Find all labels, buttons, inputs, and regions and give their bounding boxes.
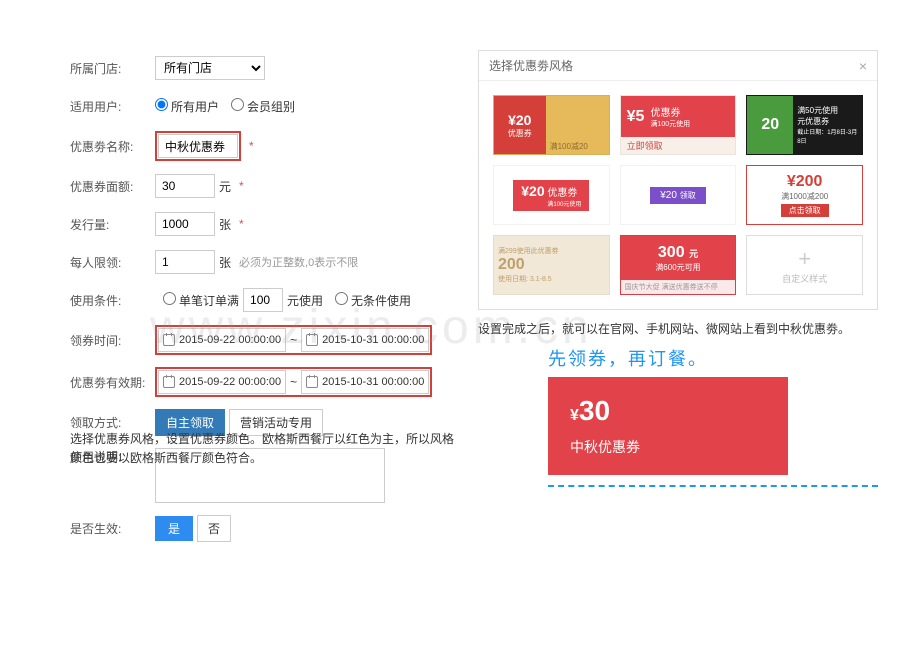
limit-label: 每人限领:	[70, 254, 155, 271]
store-select[interactable]: 所有门店	[155, 56, 265, 80]
user-radio-group: 所有用户 会员组别	[155, 98, 470, 115]
limit-hint: 必须为正整数,0表示不限	[239, 254, 358, 270]
plus-icon: +	[798, 246, 811, 272]
qty-label: 发行量:	[70, 216, 155, 233]
valid-label: 优惠劵有效期:	[70, 374, 155, 391]
promo-preview: 先领券，再订餐。 ¥30 中秋优惠券	[548, 345, 878, 487]
required-mark: *	[249, 139, 254, 153]
coupon-style-3[interactable]: 20 满50元使用元优惠券截止日期：1月8日-3月8日	[746, 95, 863, 155]
face-unit: 元	[219, 178, 231, 195]
calendar-icon	[163, 376, 175, 388]
coupon-style-8[interactable]: 300 元满600元可用 国庆节大促 满送优惠券送不停	[620, 235, 737, 295]
user-label: 适用用户:	[70, 98, 155, 115]
coupon-style-6[interactable]: ¥200 满1000减200 点击领取	[746, 165, 863, 225]
calendar-icon	[163, 334, 175, 346]
coupon-form: 所属门店: 所有门店 适用用户: 所有用户 会员组别 优惠劵名称: * 优惠券面…	[70, 55, 470, 554]
coupon-style-custom[interactable]: + 自定义样式	[746, 235, 863, 295]
right-description: 设置完成之后，就可以在官网、手机网站、微网站上看到中秋优惠劵。	[478, 320, 878, 339]
required-mark: *	[239, 217, 244, 231]
coupon-style-panel: 选择优惠劵风格 × ¥20优惠券 满100减20 ¥5优惠券满100元使用 立即…	[478, 50, 878, 310]
promo-amount: 30	[579, 395, 610, 426]
coupon-style-5[interactable]: ¥20 领取	[620, 165, 737, 225]
promo-coupon-card[interactable]: ¥30 中秋优惠券	[548, 377, 788, 475]
cond-radio-2[interactable]	[335, 292, 348, 305]
cond-opt1[interactable]: 单笔订单满	[155, 292, 239, 309]
coupon-style-2[interactable]: ¥5优惠券满100元使用 立即领取	[620, 95, 737, 155]
user-radio-member[interactable]	[231, 98, 244, 111]
qty-input[interactable]	[155, 212, 215, 236]
dashed-divider	[548, 485, 878, 487]
coupon-style-1[interactable]: ¥20优惠券 满100减20	[493, 95, 610, 155]
user-opt-member[interactable]: 会员组别	[223, 98, 295, 115]
active-no-button[interactable]: 否	[197, 515, 231, 542]
promo-name: 中秋优惠券	[570, 437, 766, 457]
claim-end-picker[interactable]: 2015-10-31 00:00:00	[301, 328, 429, 352]
cond-value-input[interactable]	[243, 288, 283, 312]
cond-radio-1[interactable]	[163, 292, 176, 305]
valid-end-picker[interactable]: 2015-10-31 00:00:00	[301, 370, 429, 394]
user-radio-all[interactable]	[155, 98, 168, 111]
active-yes-button[interactable]: 是	[155, 516, 193, 541]
valid-start-picker[interactable]: 2015-09-22 00:00:00	[158, 370, 286, 394]
panel-title: 选择优惠劵风格	[489, 57, 573, 74]
active-label: 是否生效:	[70, 520, 155, 537]
coupon-name-label: 优惠劵名称:	[70, 138, 155, 155]
calendar-icon	[306, 334, 318, 346]
cond-opt2[interactable]: 无条件使用	[327, 292, 411, 309]
close-icon[interactable]: ×	[859, 58, 867, 74]
coupon-style-7[interactable]: 满299使用此优惠劵200使用日期: 3.1-8.5	[493, 235, 610, 295]
limit-input[interactable]	[155, 250, 215, 274]
face-input[interactable]	[155, 174, 215, 198]
method-label: 领取方式:	[70, 414, 155, 431]
promo-currency: ¥	[570, 407, 579, 424]
calendar-icon	[306, 376, 318, 388]
required-mark: *	[239, 179, 244, 193]
store-label: 所属门店:	[70, 60, 155, 77]
cond-label: 使用条件:	[70, 292, 155, 309]
cond-unit: 元使用	[287, 292, 323, 309]
claim-start-picker[interactable]: 2015-09-22 00:00:00	[158, 328, 286, 352]
limit-unit: 张	[219, 254, 231, 271]
coupon-style-4[interactable]: ¥20 优惠劵满100元使用	[493, 165, 610, 225]
left-description: 选择优惠券风格，设置优惠券颜色。欧格斯西餐厅以红色为主，所以风格颜色也要以欧格斯…	[70, 430, 460, 468]
coupon-name-input[interactable]	[158, 134, 238, 158]
promo-title: 先领券，再订餐。	[548, 345, 878, 371]
claim-label: 领券时间:	[70, 332, 155, 349]
qty-unit: 张	[219, 216, 231, 233]
tilde: ~	[290, 333, 297, 347]
tilde: ~	[290, 375, 297, 389]
face-label: 优惠券面额:	[70, 178, 155, 195]
user-opt-all[interactable]: 所有用户	[155, 98, 219, 115]
